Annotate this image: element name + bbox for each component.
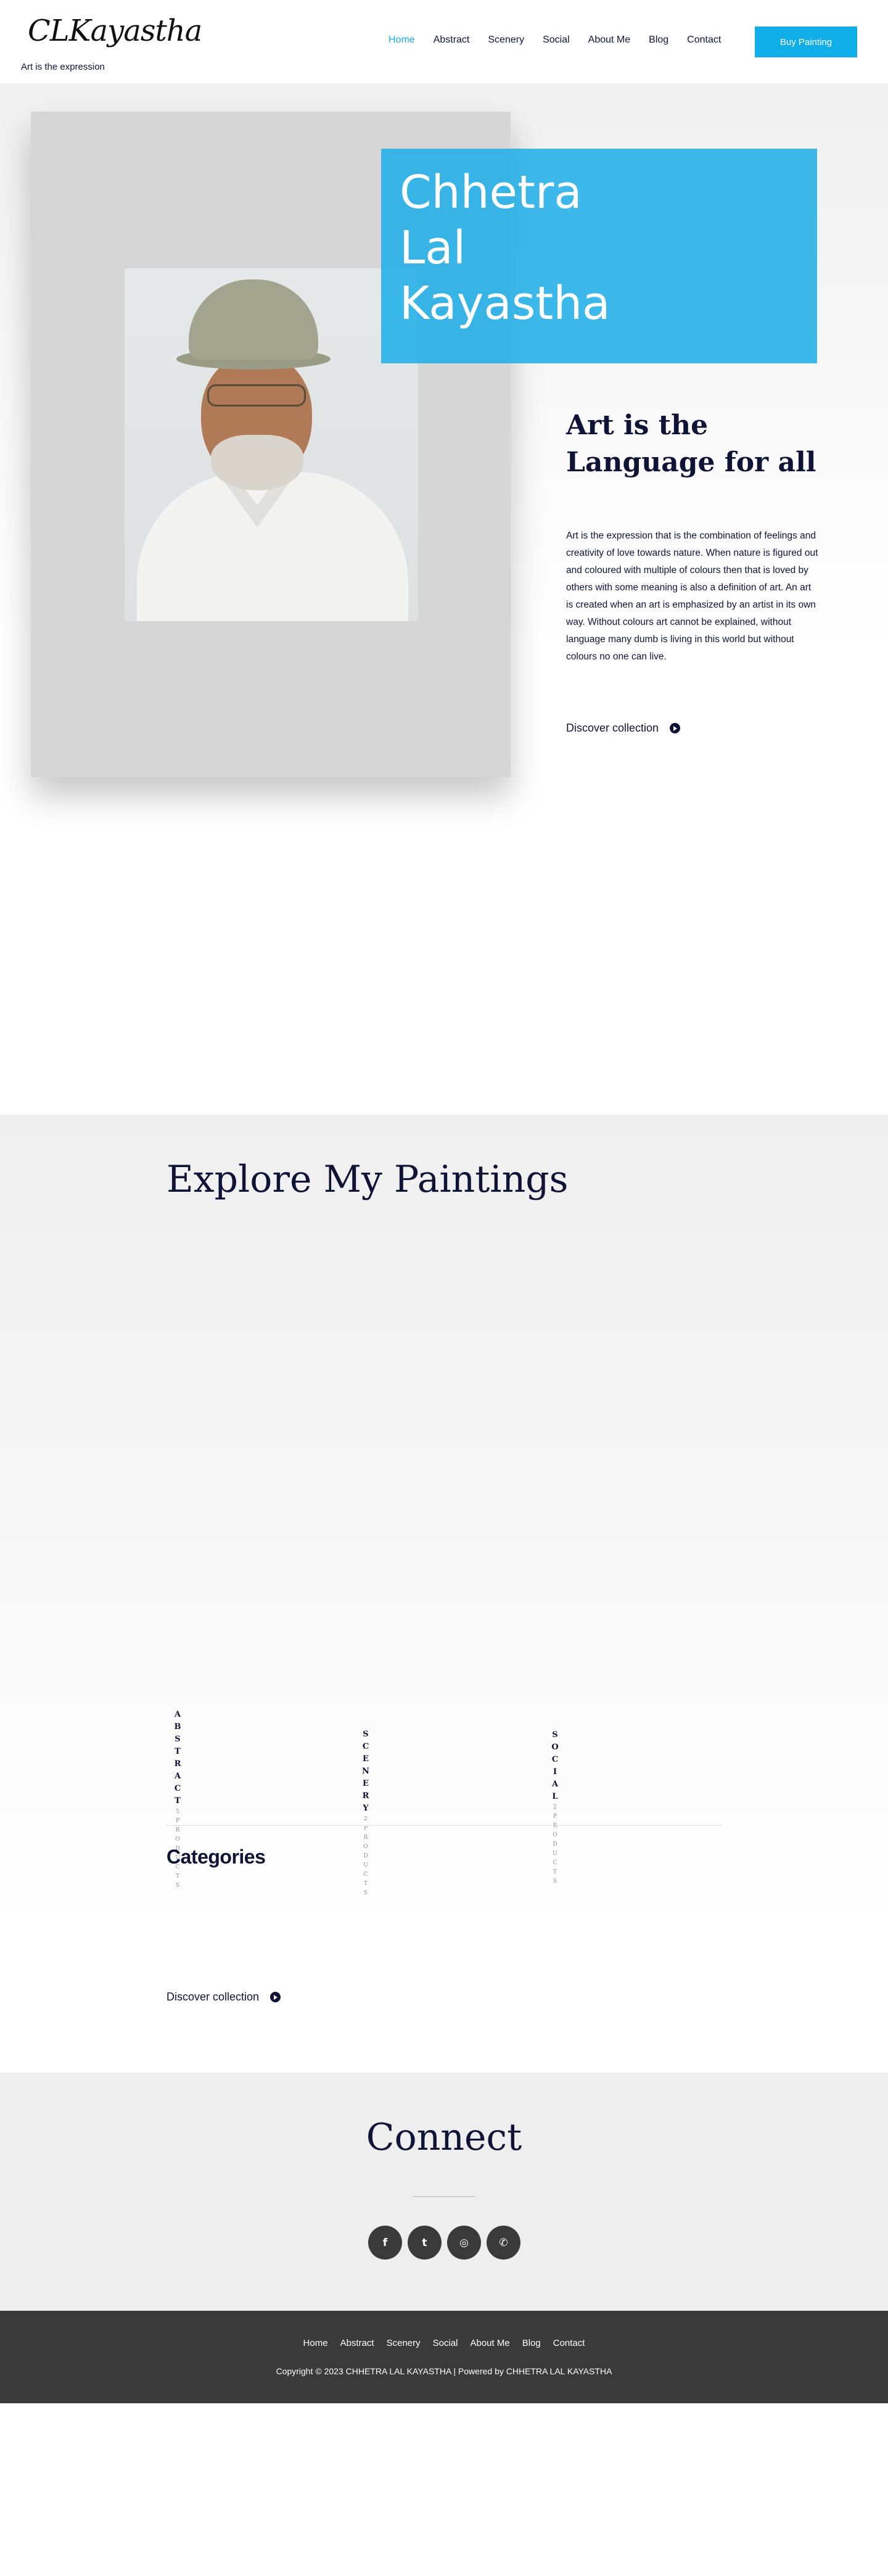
footer-nav: Home Abstract Scenery Social About Me Bl…	[0, 2338, 888, 2348]
footer-nav-contact[interactable]: Contact	[553, 2338, 585, 2348]
categories-heading: Categories	[166, 1846, 266, 1868]
site-tagline: Art is the expression	[21, 62, 105, 72]
copyright-text: Copyright © 2023 CHHETRA LAL KAYASTHA | …	[276, 2366, 612, 2376]
facebook-icon[interactable]: f	[368, 2226, 402, 2260]
whatsapp-icon[interactable]: ✆	[487, 2226, 520, 2260]
site-logo[interactable]: CLKayastha	[28, 14, 202, 48]
explore-section: Explore My Paintings ABSTRACT 5PRODUCTS …	[0, 1115, 888, 2073]
footer-nav-social[interactable]: Social	[433, 2338, 458, 2348]
connect-divider	[413, 2196, 475, 2197]
nav-scenery[interactable]: Scenery	[488, 35, 524, 46]
twitter-icon[interactable]: t	[408, 2226, 442, 2260]
nav-contact[interactable]: Contact	[687, 35, 721, 46]
footer-nav-home[interactable]: Home	[303, 2338, 328, 2348]
category-scenery[interactable]: SCENERY 2PRODUCTS	[360, 1728, 372, 1898]
arrow-circle-icon	[670, 723, 681, 733]
hero-description: Art is the expression that is the combin…	[566, 530, 818, 662]
instagram-icon[interactable]: ◎	[447, 2226, 481, 2260]
artist-portrait	[125, 268, 418, 621]
site-footer: Home Abstract Scenery Social About Me Bl…	[0, 2311, 888, 2403]
connect-section: Connect f t ◎ ✆	[0, 2073, 888, 2311]
buy-painting-button[interactable]: Buy Painting	[755, 27, 857, 57]
nav-about-me[interactable]: About Me	[588, 35, 630, 46]
hero-section: Chhetra Lal Kayastha Art is the Language…	[0, 83, 888, 1115]
categories-divider	[166, 1825, 722, 1826]
discover-collection-link[interactable]: Discover collection	[566, 722, 681, 735]
artist-name: Chhetra Lal Kayastha	[400, 166, 610, 330]
footer-nav-abstract[interactable]: Abstract	[340, 2338, 374, 2348]
nav-home[interactable]: Home	[388, 35, 415, 46]
connect-title: Connect	[366, 2116, 522, 2159]
explore-title: Explore My Paintings	[166, 1158, 569, 1201]
artist-name-box: Chhetra Lal Kayastha	[381, 149, 817, 363]
nav-abstract[interactable]: Abstract	[434, 35, 470, 46]
social-links: f t ◎ ✆	[368, 2226, 520, 2260]
discover-collection-link-2[interactable]: Discover collection	[166, 1991, 281, 2004]
nav-social[interactable]: Social	[543, 35, 570, 46]
main-nav: Home Abstract Scenery Social About Me Bl…	[388, 35, 739, 46]
category-social[interactable]: SOCIAL 2PRODUCTS	[549, 1729, 561, 1886]
footer-nav-scenery[interactable]: Scenery	[387, 2338, 421, 2348]
nav-blog[interactable]: Blog	[649, 35, 668, 46]
site-header: CLKayastha Art is the expression Home Ab…	[0, 0, 888, 83]
footer-nav-about-me[interactable]: About Me	[470, 2338, 509, 2348]
footer-nav-blog[interactable]: Blog	[522, 2338, 541, 2348]
hero-subheading: Art is the Language for all	[566, 410, 816, 478]
arrow-circle-icon	[270, 1992, 281, 2002]
